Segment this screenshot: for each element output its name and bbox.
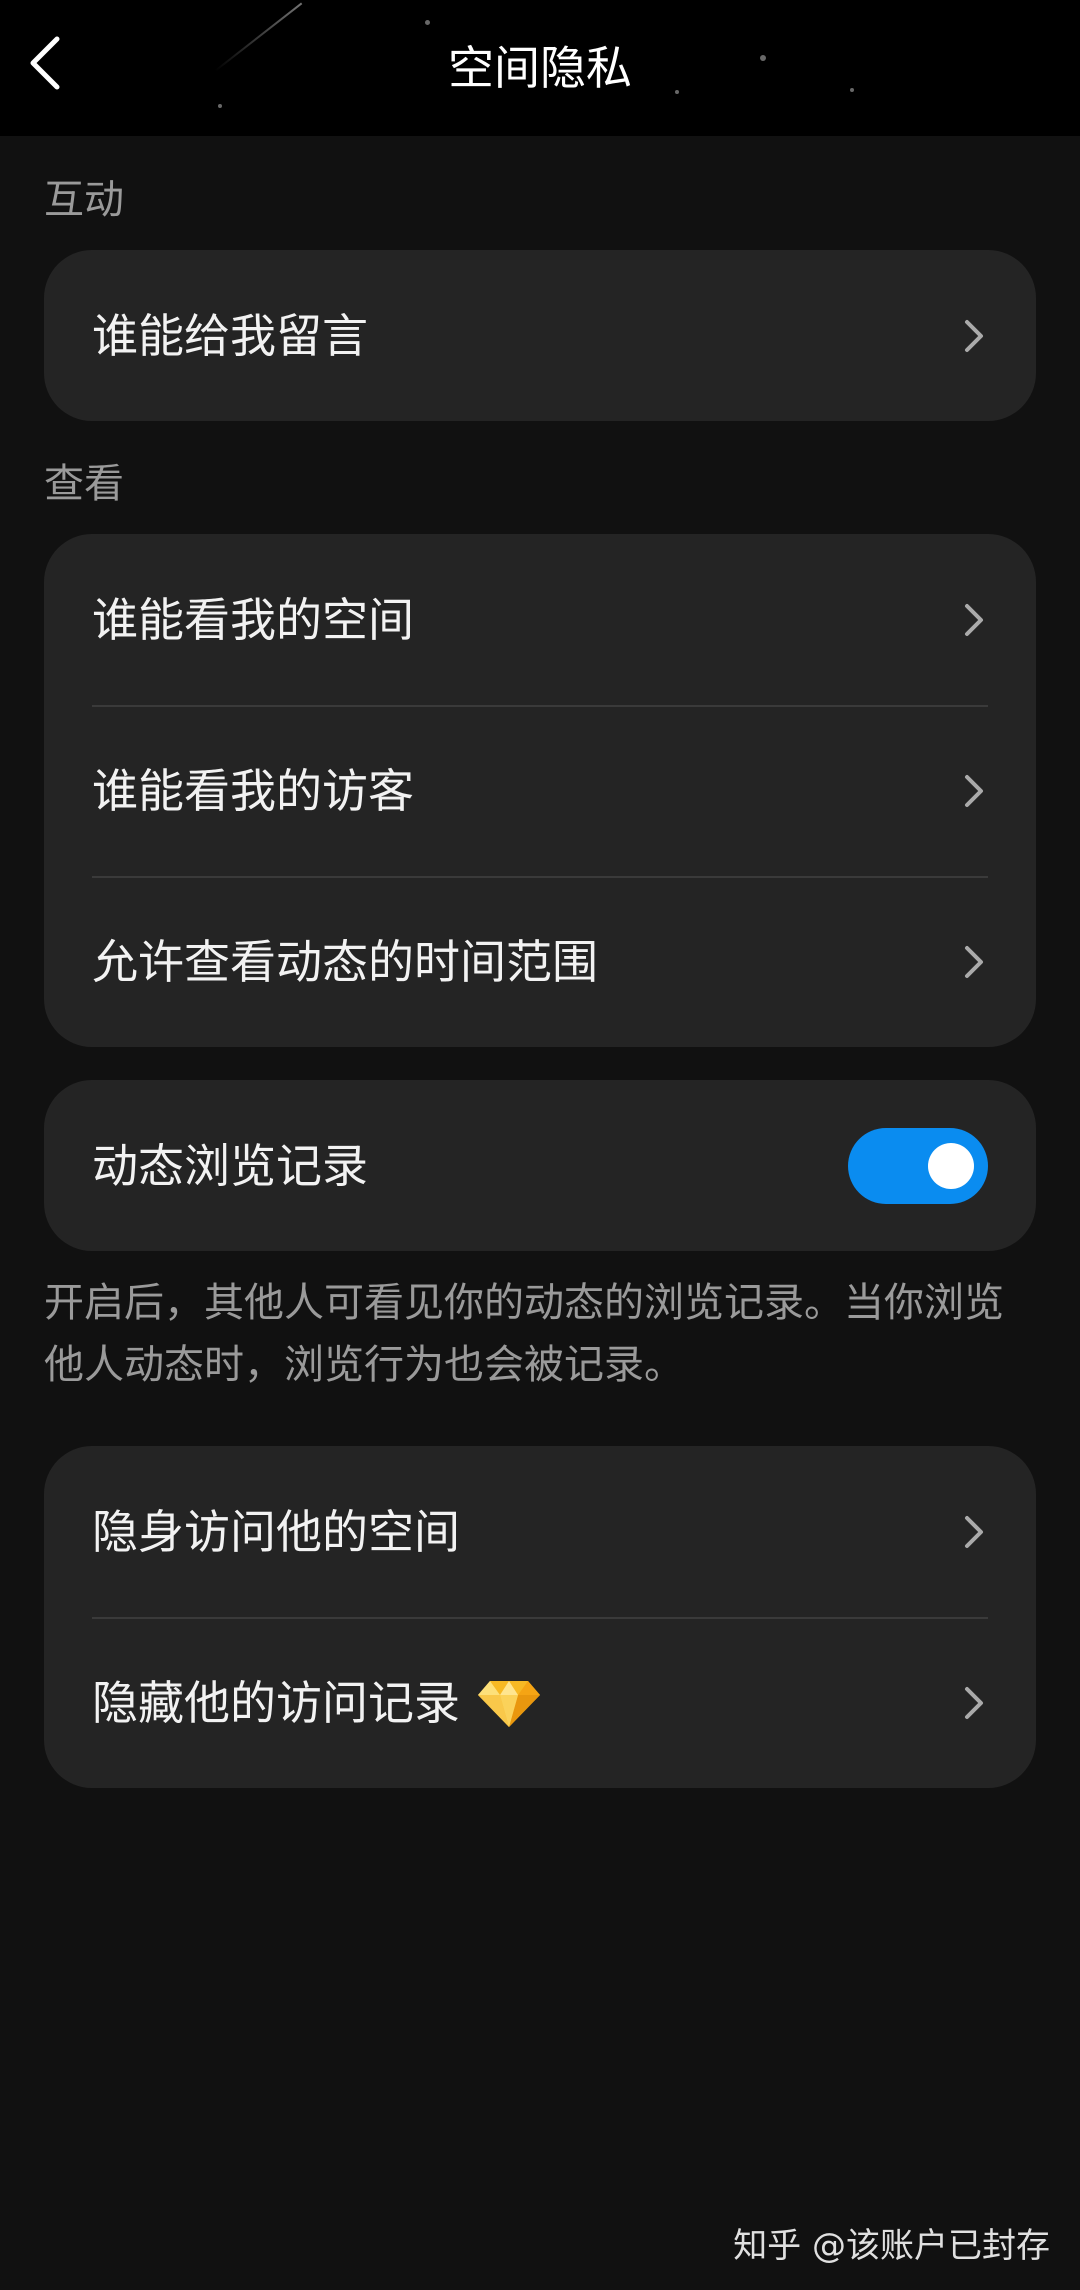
row-who-can-see-space[interactable]: 谁能看我的空间 (44, 534, 1036, 705)
row-feed-time-range[interactable]: 允许查看动态的时间范围 (44, 876, 1036, 1047)
row-label: 谁能给我留言 (92, 308, 368, 363)
row-label: 允许查看动态的时间范围 (92, 934, 598, 989)
row-hide-visit-record[interactable]: 隐藏他的访问记录 (44, 1617, 1036, 1788)
row-label: 隐藏他的访问记录 (92, 1675, 460, 1730)
row-stealth-visit[interactable]: 隐身访问他的空间 (44, 1446, 1036, 1617)
row-label: 隐身访问他的空间 (92, 1504, 460, 1559)
row-who-can-leave-message[interactable]: 谁能给我留言 (44, 250, 1036, 421)
chevron-right-icon (960, 942, 988, 982)
section-label-interaction: 互动 (44, 177, 124, 223)
row-label: 谁能看我的访客 (92, 763, 414, 818)
chevron-right-icon (960, 771, 988, 811)
browse-record-description: 开启后，其他人可看见你的动态的浏览记录。当你浏览他人动态时，浏览行为也会被记录。 (44, 1280, 1004, 1388)
star-decoration (425, 20, 430, 25)
watermark: 知乎 @该账户已封存 (733, 2226, 1050, 2266)
page-title: 空间隐私 (448, 41, 632, 95)
row-who-can-see-visitors[interactable]: 谁能看我的访客 (44, 705, 1036, 876)
star-decoration (218, 104, 222, 108)
row-label-wrap: 隐藏他的访问记录 (92, 1673, 960, 1733)
chevron-right-icon (960, 600, 988, 640)
top-bar: 空间隐私 (0, 0, 1080, 136)
stealth-card: 隐身访问他的空间 隐藏他的访问记录 (44, 1446, 1036, 1788)
browse-record-card: 动态浏览记录 (44, 1080, 1036, 1251)
diamond-icon (476, 1677, 542, 1729)
row-label: 谁能看我的空间 (92, 592, 414, 647)
browse-record-toggle[interactable] (848, 1127, 988, 1204)
toggle-knob (928, 1142, 974, 1189)
chevron-right-icon (960, 316, 988, 356)
interaction-card: 谁能给我留言 (44, 250, 1036, 421)
row-label: 动态浏览记录 (92, 1138, 368, 1193)
view-card: 谁能看我的空间 谁能看我的访客 允许查看动态的时间范围 (44, 534, 1036, 1047)
row-browse-record: 动态浏览记录 (44, 1080, 1036, 1251)
chevron-right-icon (960, 1512, 988, 1552)
chevron-right-icon (960, 1683, 988, 1723)
section-label-view: 查看 (44, 461, 124, 507)
